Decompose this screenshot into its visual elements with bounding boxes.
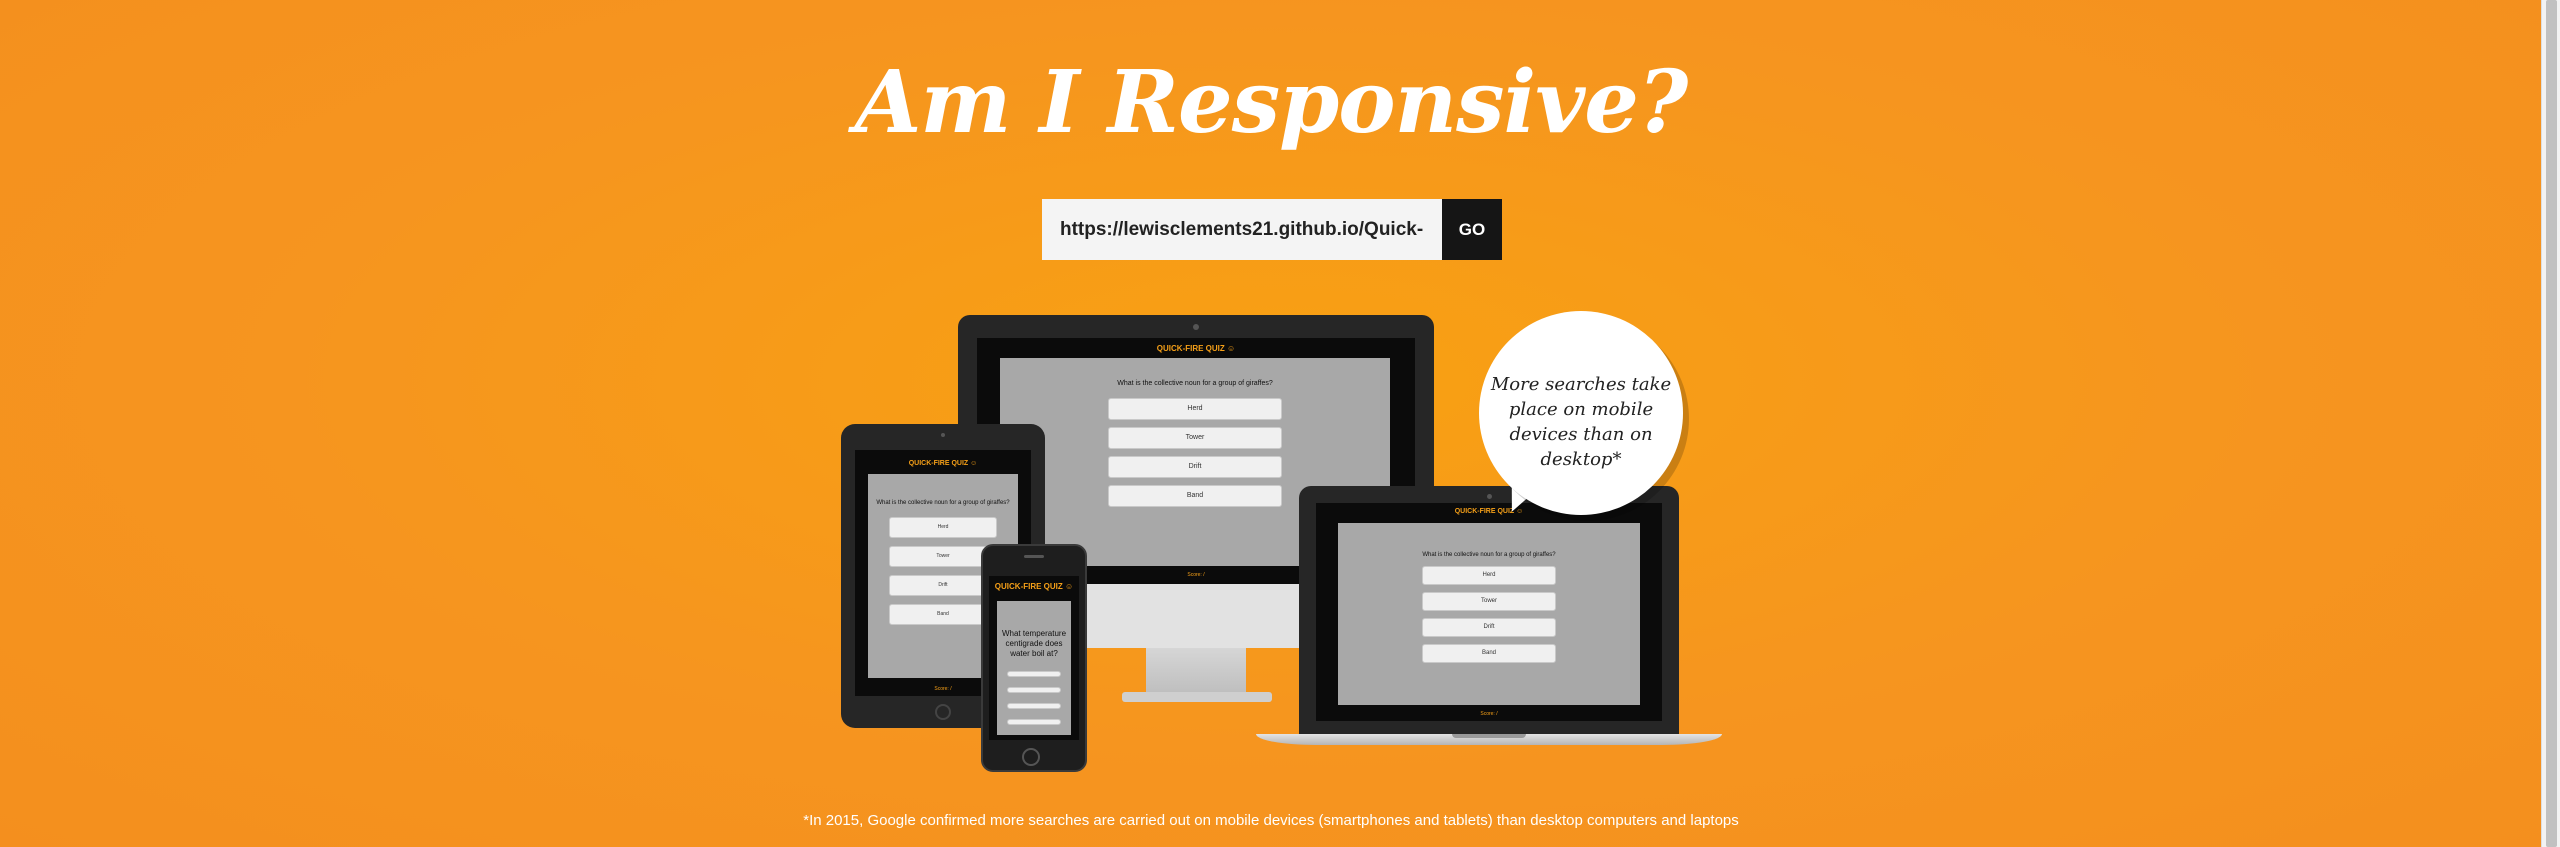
tablet-answer-herd: Herd <box>889 517 997 538</box>
desktop-question: What is the collective noun for a group … <box>1117 380 1273 387</box>
laptop-quiz-panel: What is the collective noun for a group … <box>1338 523 1640 705</box>
phone-site-brand: QUICK-FIRE QUIZ ☺ <box>994 582 1074 591</box>
phone-answer-4 <box>1007 719 1061 725</box>
url-input[interactable] <box>1042 199 1442 260</box>
desktop-stand-foot <box>1122 692 1272 702</box>
scrollbar[interactable] <box>2541 0 2560 847</box>
laptop-answer-tower: Tower <box>1422 592 1556 611</box>
footnote: *In 2015, Google confirmed more searches… <box>803 812 1739 829</box>
page-title: Am I Responsive? <box>854 52 1689 153</box>
desktop-answer-tower: Tower <box>1108 427 1282 449</box>
tablet-site-brand: QUICK-FIRE QUIZ ☺ <box>908 460 978 467</box>
phone-screen: QUICK-FIRE QUIZ ☺ What temperature centi… <box>989 576 1079 740</box>
url-form: GO <box>1042 199 1502 260</box>
laptop-question: What is the collective noun for a group … <box>1422 552 1556 558</box>
phone-site-preview: QUICK-FIRE QUIZ ☺ What temperature centi… <box>989 576 1079 740</box>
laptop-camera <box>1487 494 1492 499</box>
tablet-question: What is the collective noun for a group … <box>876 500 1010 506</box>
tablet-camera <box>941 433 945 437</box>
phone-speaker <box>1024 555 1044 558</box>
phone-answer-3 <box>1007 703 1061 709</box>
scrollbar-thumb[interactable] <box>2546 0 2557 847</box>
laptop-screen: QUICK-FIRE QUIZ ☺ What is the collective… <box>1316 503 1662 721</box>
phone-quiz-panel: What temperature centigrade does water b… <box>997 601 1071 735</box>
phone-home-button <box>1022 748 1040 766</box>
speech-bubble-text: More searches take place on mobile devic… <box>1490 374 1672 470</box>
laptop-answer-band: Band <box>1422 644 1556 663</box>
laptop-notch <box>1452 734 1526 738</box>
phone-answer-2 <box>1007 687 1061 693</box>
laptop-site-preview: QUICK-FIRE QUIZ ☺ What is the collective… <box>1316 503 1662 721</box>
phone-question: What temperature centigrade does water b… <box>1001 629 1067 658</box>
desktop-camera <box>1193 324 1199 330</box>
laptop-answer-drift: Drift <box>1422 618 1556 637</box>
phone-answer-1 <box>1007 671 1061 677</box>
desktop-answer-drift: Drift <box>1108 456 1282 478</box>
laptop-site-footer: Score: / <box>1480 711 1498 717</box>
desktop-answer-band: Band <box>1108 485 1282 507</box>
tablet-home-button <box>935 704 951 720</box>
desktop-answer-herd: Herd <box>1108 398 1282 420</box>
desktop-stand <box>1146 648 1246 698</box>
go-button[interactable]: GO <box>1442 199 1502 260</box>
desktop-site-brand: QUICK-FIRE QUIZ ☺ <box>1156 344 1236 353</box>
laptop-answer-herd: Herd <box>1422 566 1556 585</box>
